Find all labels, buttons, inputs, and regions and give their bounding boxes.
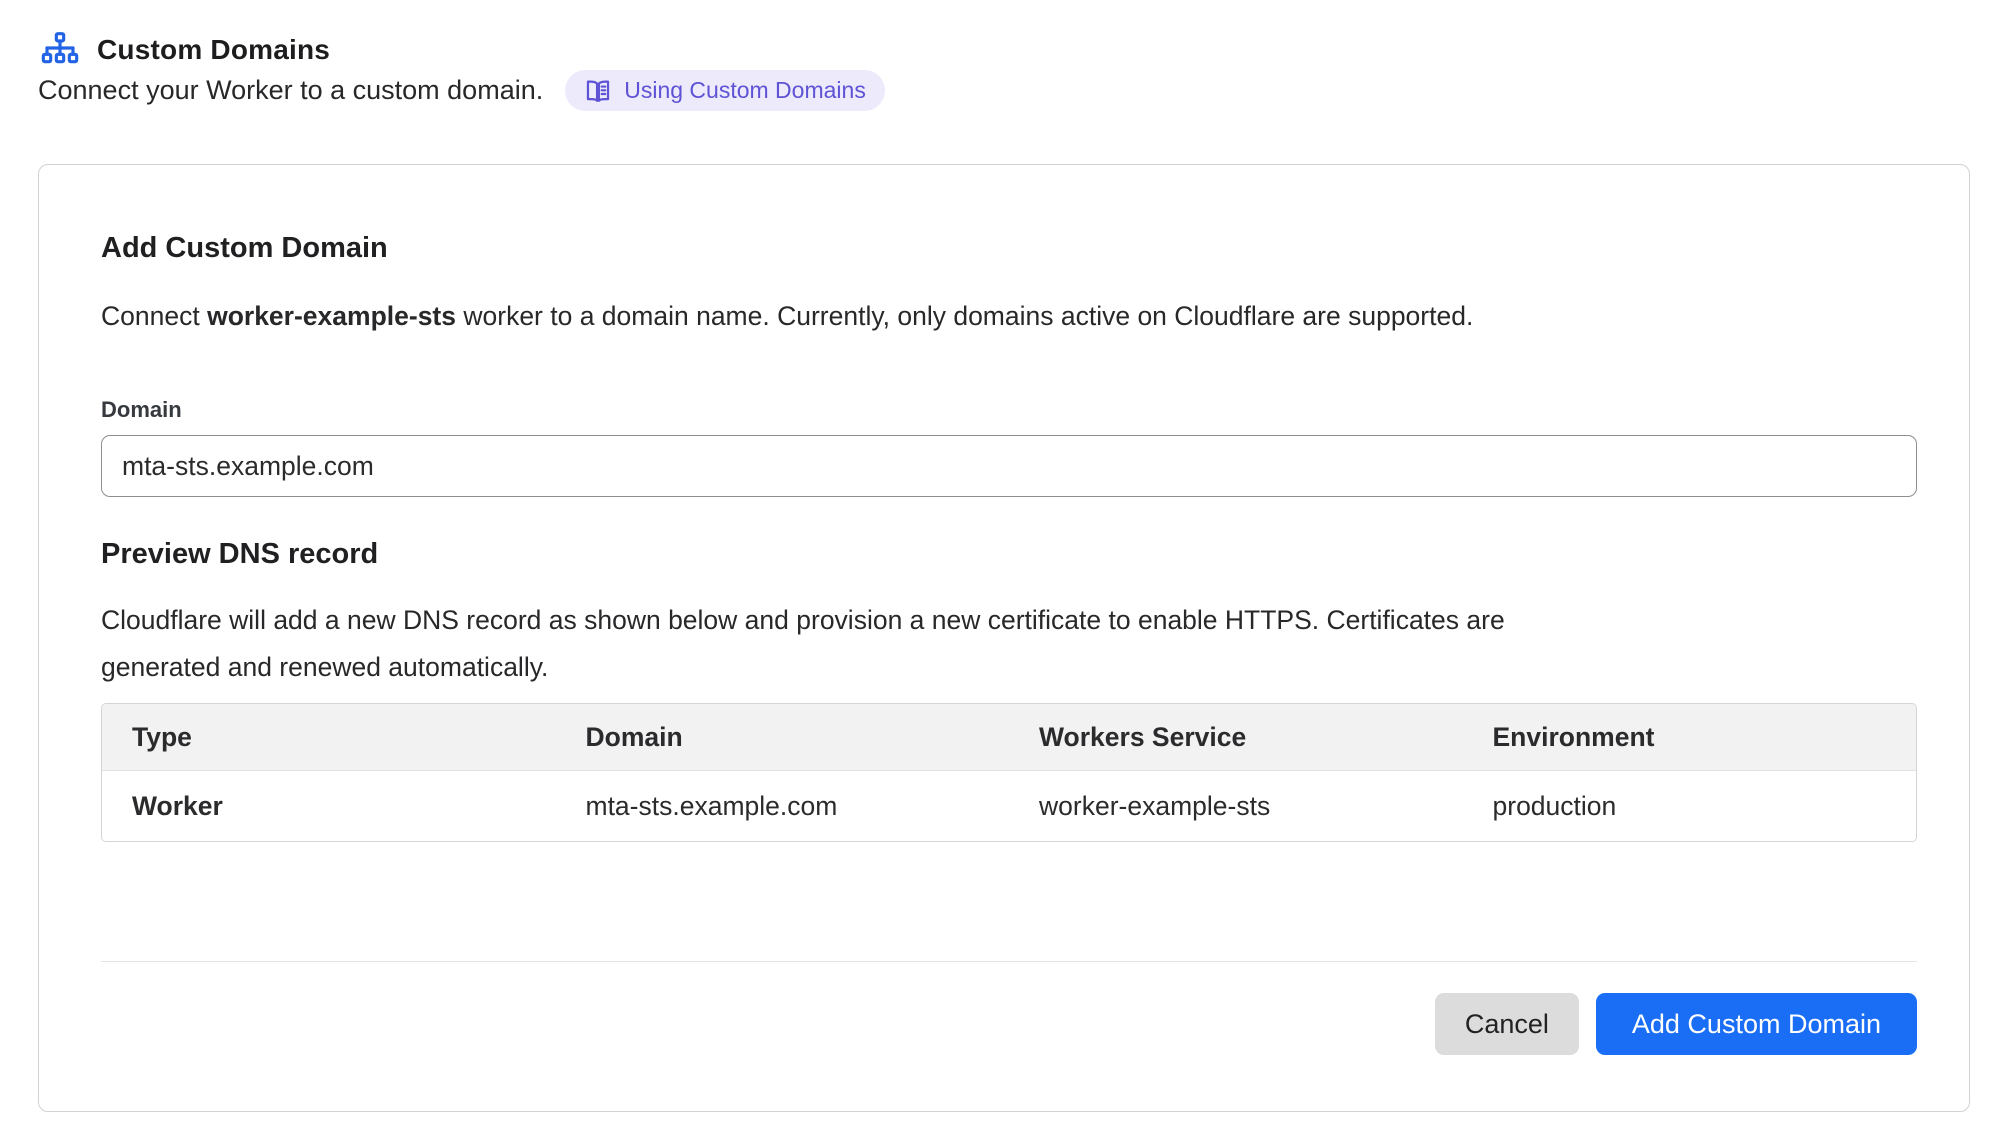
- worker-name: worker-example-sts: [207, 301, 456, 331]
- cell-workers-service: worker-example-sts: [1009, 771, 1463, 841]
- domain-field-label: Domain: [101, 397, 1917, 423]
- book-icon: [584, 77, 612, 105]
- page-title: Custom Domains: [97, 34, 330, 66]
- sub-header: Connect your Worker to a custom domain. …: [38, 70, 885, 111]
- domain-input[interactable]: [101, 435, 1917, 497]
- column-header-type: Type: [102, 704, 556, 771]
- card-actions: Cancel Add Custom Domain: [101, 993, 1917, 1055]
- cell-domain: mta-sts.example.com: [556, 771, 1010, 841]
- docs-link-label: Using Custom Domains: [624, 77, 866, 104]
- add-custom-domain-button[interactable]: Add Custom Domain: [1596, 993, 1917, 1055]
- custom-domains-icon: [40, 30, 80, 70]
- cell-environment: production: [1463, 771, 1917, 841]
- card-description: Connect worker-example-sts worker to a d…: [101, 299, 1917, 333]
- preview-dns-heading: Preview DNS record: [101, 537, 1917, 571]
- docs-link-badge[interactable]: Using Custom Domains: [565, 70, 885, 111]
- card-description-prefix: Connect: [101, 301, 207, 331]
- dns-preview-table: Type Domain Workers Service Environment …: [101, 703, 1917, 842]
- table-row: Worker mta-sts.example.com worker-exampl…: [102, 771, 1916, 841]
- footer-divider: [101, 961, 1917, 962]
- preview-dns-description: Cloudflare will add a new DNS record as …: [101, 597, 1561, 691]
- column-header-environment: Environment: [1463, 704, 1917, 771]
- cell-type: Worker: [102, 771, 556, 841]
- table-header-row: Type Domain Workers Service Environment: [102, 704, 1916, 771]
- page-header: Custom Domains: [40, 30, 330, 70]
- cancel-button[interactable]: Cancel: [1435, 993, 1579, 1055]
- column-header-workers-service: Workers Service: [1009, 704, 1463, 771]
- add-custom-domain-card: Add Custom Domain Connect worker-example…: [38, 164, 1970, 1112]
- page-subtitle: Connect your Worker to a custom domain.: [38, 75, 543, 106]
- card-heading: Add Custom Domain: [101, 231, 1917, 265]
- column-header-domain: Domain: [556, 704, 1010, 771]
- card-description-suffix: worker to a domain name. Currently, only…: [456, 301, 1473, 331]
